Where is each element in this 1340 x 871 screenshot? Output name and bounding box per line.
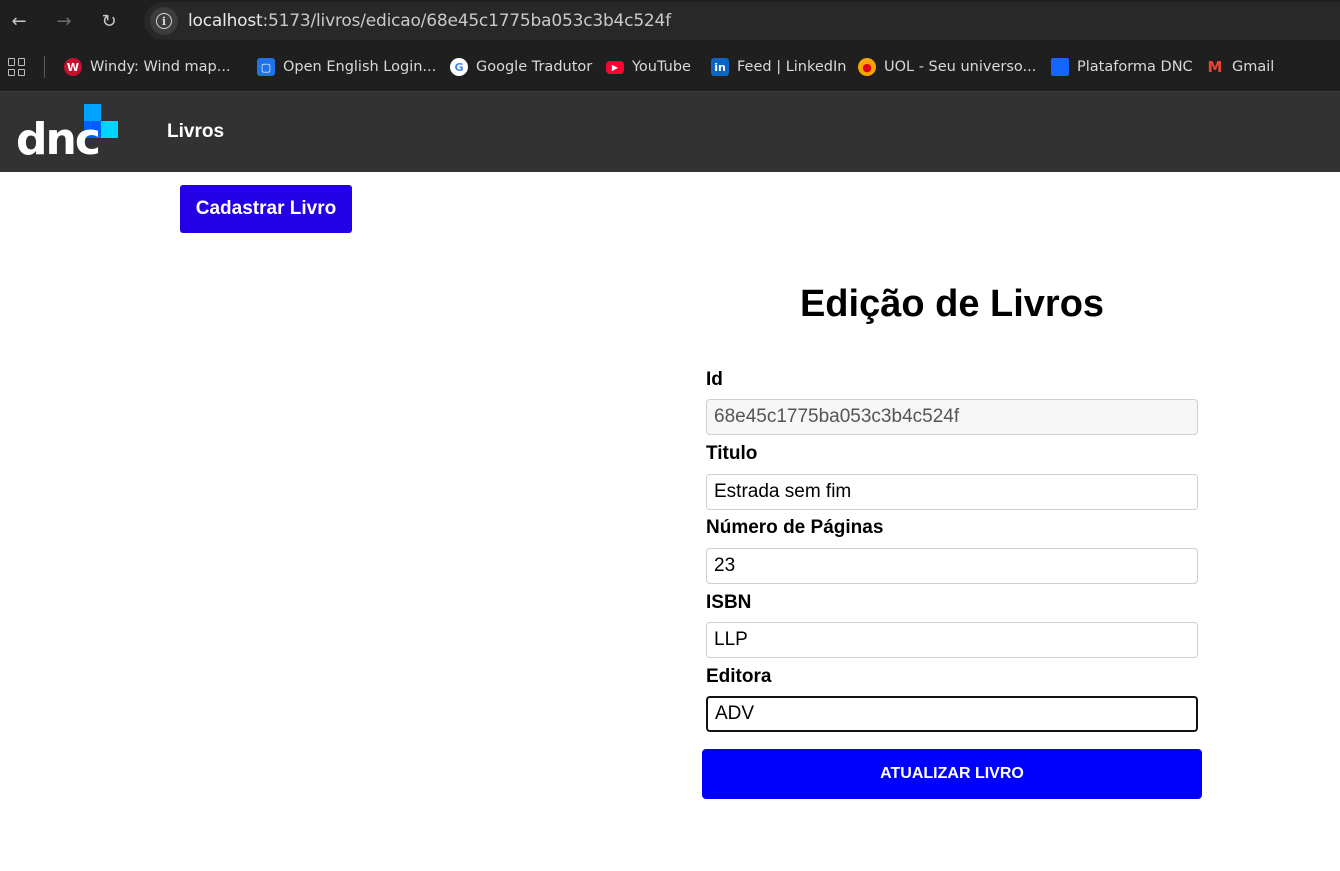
titulo-label: Titulo bbox=[706, 443, 758, 464]
register-book-button[interactable]: Cadastrar Livro bbox=[180, 185, 352, 233]
apps-grid-icon[interactable] bbox=[8, 58, 26, 76]
bookmark-label: Open English Login... bbox=[283, 59, 437, 75]
id-label: Id bbox=[706, 369, 723, 390]
logo-text: dnc bbox=[16, 114, 101, 165]
openenglish-icon: ▢ bbox=[257, 58, 275, 76]
bookmark-plataforma-dnc[interactable]: Plataforma DNC bbox=[1051, 56, 1193, 78]
titulo-field[interactable] bbox=[706, 474, 1198, 510]
bookmark-open-english[interactable]: ▢ Open English Login... bbox=[257, 56, 436, 78]
isbn-label: ISBN bbox=[706, 592, 752, 613]
bookmark-gmail[interactable]: M Gmail bbox=[1206, 56, 1275, 78]
paginas-field[interactable] bbox=[706, 548, 1198, 584]
bookmark-label: UOL - Seu universo... bbox=[884, 59, 1037, 75]
bookmark-windy[interactable]: W Windy: Wind map... bbox=[64, 56, 231, 78]
forward-arrow-icon[interactable]: → bbox=[51, 8, 77, 34]
editora-label: Editora bbox=[706, 666, 772, 687]
gmail-icon: M bbox=[1207, 58, 1223, 76]
browser-toolbar: ← → ↻ i localhost:5173/livros/edicao/68e… bbox=[0, 0, 1340, 42]
editora-field[interactable] bbox=[706, 696, 1198, 732]
windy-icon: W bbox=[64, 58, 82, 76]
bookmark-label: YouTube bbox=[632, 59, 691, 75]
uol-icon: ● bbox=[858, 58, 876, 76]
bookmark-label: Gmail bbox=[1232, 59, 1275, 75]
reload-icon[interactable]: ↻ bbox=[96, 8, 122, 34]
bookmark-label: Google Tradutor bbox=[476, 59, 593, 75]
paginas-label: Número de Páginas bbox=[706, 517, 884, 538]
isbn-field[interactable] bbox=[706, 622, 1198, 658]
address-bar[interactable]: i localhost:5173/livros/edicao/68e45c177… bbox=[144, 2, 1340, 40]
logo-square bbox=[101, 121, 118, 138]
bookmark-google-tradutor[interactable]: G Google Tradutor bbox=[450, 56, 592, 78]
bookmark-label: Plataforma DNC bbox=[1077, 59, 1193, 75]
bookmark-separator bbox=[44, 56, 45, 78]
bookmark-label: Windy: Wind map... bbox=[90, 59, 231, 75]
dnc-icon bbox=[1051, 58, 1069, 76]
google-icon: G bbox=[450, 58, 468, 76]
dnc-logo[interactable]: dnc bbox=[16, 104, 120, 165]
url-path: :5173/livros/edicao/68e45c1775ba053c3b4c… bbox=[262, 11, 672, 31]
back-arrow-icon[interactable]: ← bbox=[6, 8, 32, 34]
bookmark-youtube[interactable]: ▶ YouTube bbox=[606, 56, 691, 78]
page-title: Edição de Livros bbox=[799, 283, 1105, 325]
site-info-icon[interactable]: i bbox=[150, 7, 178, 35]
app-header: dnc Livros bbox=[0, 92, 1340, 172]
linkedin-icon: in bbox=[711, 58, 729, 76]
bookmarks-bar: W Windy: Wind map... ▢ Open English Logi… bbox=[0, 42, 1340, 92]
nav-link-livros[interactable]: Livros bbox=[167, 121, 224, 143]
bookmark-linkedin[interactable]: in Feed | LinkedIn bbox=[711, 56, 846, 78]
youtube-icon: ▶ bbox=[606, 60, 624, 74]
bookmark-uol[interactable]: ● UOL - Seu universo... bbox=[858, 56, 1036, 78]
url-host: localhost bbox=[188, 11, 263, 31]
url-text[interactable]: localhost:5173/livros/edicao/68e45c1775b… bbox=[188, 11, 671, 31]
update-book-button[interactable]: ATUALIZAR LIVRO bbox=[702, 749, 1202, 799]
bookmark-label: Feed | LinkedIn bbox=[737, 59, 847, 75]
id-field[interactable] bbox=[706, 399, 1198, 435]
